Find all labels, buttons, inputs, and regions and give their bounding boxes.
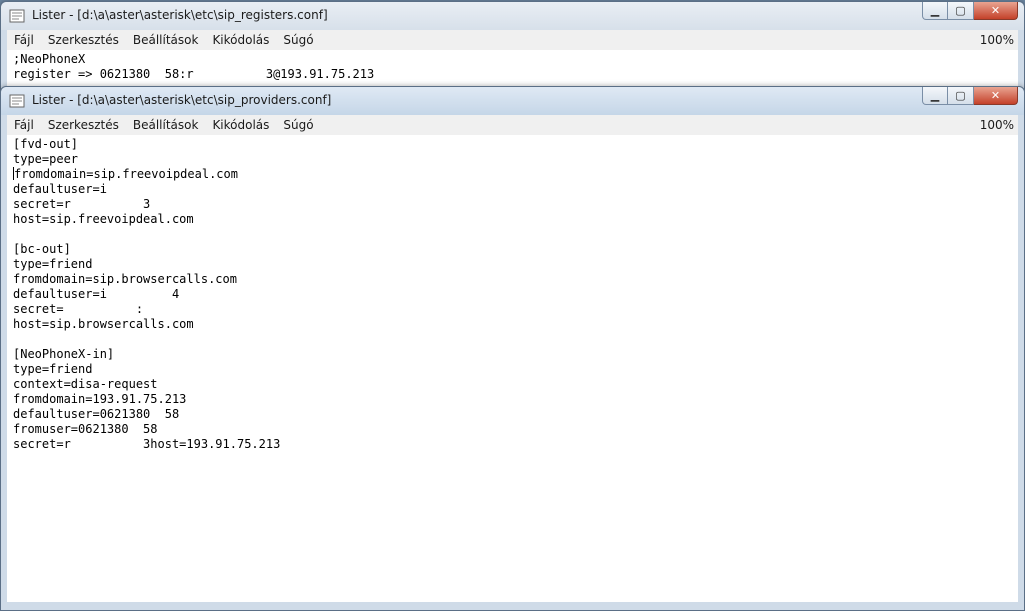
menu-help[interactable]: Súgó xyxy=(276,118,320,132)
front-minimize-button[interactable]: ▁ xyxy=(922,87,948,105)
text-line: host=sip.freevoipdeal.com xyxy=(13,212,194,226)
maximize-icon: ▢ xyxy=(955,89,966,102)
close-icon: ✕ xyxy=(990,4,1001,17)
text-line: [fvd-out] xyxy=(13,137,79,151)
text-line: type=friend xyxy=(13,257,93,271)
close-icon: ✕ xyxy=(990,89,1001,102)
front-text-content[interactable]: [fvd-out] type=peer fromdomain=sip.freevoi… xyxy=(7,135,1018,602)
front-window-title: Lister - [d:\a\aster\asterisk\etc\sip_pr… xyxy=(32,93,332,107)
back-menubar: Fájl Szerkesztés Beállítások Kikódolás S… xyxy=(7,30,1018,50)
menu-settings[interactable]: Beállítások xyxy=(126,118,206,132)
zoom-level: 100% xyxy=(979,118,1014,132)
back-window[interactable]: Lister - [d:\a\aster\asterisk\etc\sip_re… xyxy=(0,1,1025,91)
text-line: defaultuser=i 4 xyxy=(13,287,180,301)
front-maximize-button[interactable]: ▢ xyxy=(948,87,974,105)
front-menubar: Fájl Szerkesztés Beállítások Kikódolás S… xyxy=(7,115,1018,135)
menu-encoding[interactable]: Kikódolás xyxy=(205,118,276,132)
text-line: register => 0621380 58:r 3@193.91.75.213 xyxy=(13,67,375,81)
text-line: type=peer xyxy=(13,152,79,166)
minimize-icon: ▁ xyxy=(930,4,940,17)
text-line: host=sip.browsercalls.com xyxy=(13,317,194,331)
lister-icon xyxy=(9,9,25,23)
text-line-caret: fromdomain=sip.freevoipdeal.com xyxy=(13,167,1018,182)
minimize-icon: ▁ xyxy=(930,89,940,102)
front-close-button[interactable]: ✕ xyxy=(974,87,1018,105)
text-line: defaultuser=i xyxy=(13,182,107,196)
back-menu-edit[interactable]: Szerkesztés xyxy=(41,33,126,47)
front-window[interactable]: Lister - [d:\a\aster\asterisk\etc\sip_pr… xyxy=(0,86,1025,611)
text-line xyxy=(13,332,1018,347)
maximize-icon: ▢ xyxy=(955,4,966,17)
back-menu-encoding[interactable]: Kikódolás xyxy=(205,33,276,47)
text-line: fromdomain=sip.freevoipdeal.com xyxy=(14,167,238,181)
menu-file[interactable]: Fájl xyxy=(7,118,41,132)
text-line: fromdomain=193.91.75.213 xyxy=(13,392,187,406)
back-text-content[interactable]: ;NeoPhoneX register => 0621380 58:r 3@193… xyxy=(7,50,1018,90)
back-zoom-level: 100% xyxy=(979,33,1014,47)
back-window-title: Lister - [d:\a\aster\asterisk\etc\sip_re… xyxy=(32,8,328,22)
back-close-button[interactable]: ✕ xyxy=(974,2,1018,20)
back-menu-help[interactable]: Súgó xyxy=(276,33,320,47)
text-line: secret=r 3host=193.91.75.213 xyxy=(13,437,281,451)
text-line: context=disa-request xyxy=(13,377,158,391)
text-line: type=friend xyxy=(13,362,93,376)
front-titlebar[interactable]: Lister - [d:\a\aster\asterisk\etc\sip_pr… xyxy=(1,87,1024,115)
text-line: [NeoPhoneX-in] xyxy=(13,347,115,361)
text-line: [bc-out] xyxy=(13,242,71,256)
menu-edit[interactable]: Szerkesztés xyxy=(41,118,126,132)
back-maximize-button[interactable]: ▢ xyxy=(948,2,974,20)
back-minimize-button[interactable]: ▁ xyxy=(922,2,948,20)
back-menu-file[interactable]: Fájl xyxy=(7,33,41,47)
text-line: secret= : xyxy=(13,302,144,316)
lister-icon xyxy=(9,94,25,108)
text-line xyxy=(13,227,1018,242)
back-menu-settings[interactable]: Beállítások xyxy=(126,33,206,47)
text-line: ;NeoPhoneX xyxy=(13,52,86,66)
back-titlebar[interactable]: Lister - [d:\a\aster\asterisk\etc\sip_re… xyxy=(1,2,1024,30)
text-line: fromdomain=sip.browsercalls.com xyxy=(13,272,237,286)
text-line: secret=r 3 xyxy=(13,197,151,211)
text-line: fromuser=0621380 58 xyxy=(13,422,158,436)
text-line: defaultuser=0621380 58 xyxy=(13,407,180,421)
